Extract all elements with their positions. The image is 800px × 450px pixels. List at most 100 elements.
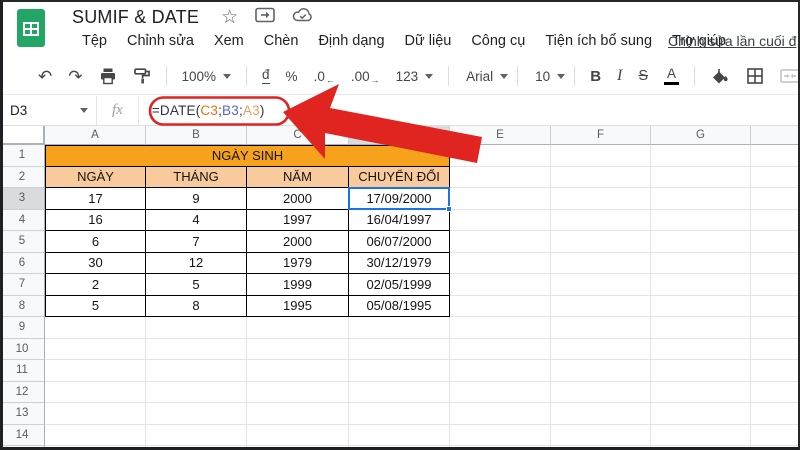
empty-cell[interactable] xyxy=(651,317,751,339)
cell-D4[interactable]: 16/04/1997 xyxy=(349,210,450,232)
cell-A8[interactable]: 5 xyxy=(45,296,146,318)
cell-D6[interactable]: 30/12/1979 xyxy=(349,253,450,275)
empty-cell[interactable] xyxy=(349,446,450,450)
empty-cell[interactable] xyxy=(247,403,349,425)
empty-cell[interactable] xyxy=(45,425,146,447)
empty-cell[interactable] xyxy=(450,296,551,318)
name-box[interactable]: D3 xyxy=(10,103,96,118)
empty-cell[interactable] xyxy=(349,382,450,404)
menu-tools[interactable]: Công cụ xyxy=(461,31,535,51)
empty-cell[interactable] xyxy=(651,145,751,167)
row-header-6[interactable]: 6 xyxy=(0,253,45,275)
column-header-E[interactable]: E xyxy=(450,126,551,145)
empty-cell[interactable] xyxy=(551,382,651,404)
cell-C6[interactable]: 1979 xyxy=(247,253,349,275)
empty-cell[interactable] xyxy=(751,446,800,450)
cell-B3[interactable]: 9 xyxy=(146,188,247,210)
cell-A5[interactable]: 6 xyxy=(45,231,146,253)
empty-cell[interactable] xyxy=(45,360,146,382)
empty-cell[interactable] xyxy=(651,403,751,425)
undo-button[interactable]: ↶ xyxy=(30,68,60,85)
bold-button[interactable]: B xyxy=(582,68,609,85)
empty-cell[interactable] xyxy=(450,317,551,339)
move-folder-icon[interactable] xyxy=(255,7,275,28)
strikethrough-button[interactable]: S xyxy=(630,68,656,84)
currency-format-button[interactable]: đ xyxy=(254,68,278,85)
menu-edit[interactable]: Chỉnh sửa xyxy=(117,31,204,51)
menu-insert[interactable]: Chèn xyxy=(254,31,309,51)
empty-cell[interactable] xyxy=(551,253,651,275)
column-header-F[interactable]: F xyxy=(551,126,651,145)
empty-cell[interactable] xyxy=(450,382,551,404)
empty-cell[interactable] xyxy=(751,339,800,361)
column-header-C[interactable]: C xyxy=(247,126,349,145)
empty-cell[interactable] xyxy=(751,145,800,167)
empty-cell[interactable] xyxy=(45,382,146,404)
font-family-select[interactable]: Arial xyxy=(456,69,510,84)
empty-cell[interactable] xyxy=(551,188,651,210)
menu-format[interactable]: Định dạng xyxy=(308,31,394,51)
empty-cell[interactable] xyxy=(146,360,247,382)
empty-cell[interactable] xyxy=(45,317,146,339)
table-header-C2[interactable]: NĂM xyxy=(247,167,349,189)
column-header-D[interactable]: D xyxy=(349,126,450,145)
empty-cell[interactable] xyxy=(247,446,349,450)
cell-D7[interactable]: 02/05/1999 xyxy=(349,274,450,296)
empty-cell[interactable] xyxy=(551,446,651,450)
sheets-logo-icon[interactable] xyxy=(17,9,45,52)
empty-cell[interactable] xyxy=(450,339,551,361)
empty-cell[interactable] xyxy=(651,210,751,232)
row-header-5[interactable]: 5 xyxy=(0,231,45,253)
empty-cell[interactable] xyxy=(651,446,751,450)
empty-cell[interactable] xyxy=(450,403,551,425)
cell-C7[interactable]: 1999 xyxy=(247,274,349,296)
empty-cell[interactable] xyxy=(247,360,349,382)
merged-title-cell[interactable]: NGÀY SINH xyxy=(45,145,450,167)
empty-cell[interactable] xyxy=(551,339,651,361)
row-header-12[interactable]: 12 xyxy=(0,382,45,404)
empty-cell[interactable] xyxy=(651,188,751,210)
empty-cell[interactable] xyxy=(551,210,651,232)
formula-input[interactable]: =DATE(C3;B3;A3) xyxy=(139,103,265,118)
menu-view[interactable]: Xem xyxy=(204,31,254,51)
empty-cell[interactable] xyxy=(349,425,450,447)
empty-cell[interactable] xyxy=(751,210,800,232)
cell-C3[interactable]: 2000 xyxy=(247,188,349,210)
italic-button[interactable]: I xyxy=(609,67,630,85)
cell-A3[interactable]: 17 xyxy=(45,188,146,210)
empty-cell[interactable] xyxy=(551,167,651,189)
empty-cell[interactable] xyxy=(450,231,551,253)
empty-cell[interactable] xyxy=(751,274,800,296)
percent-format-button[interactable]: % xyxy=(278,69,306,84)
row-header-3[interactable]: 3 xyxy=(0,188,45,210)
empty-cell[interactable] xyxy=(651,425,751,447)
cell-A6[interactable]: 30 xyxy=(45,253,146,275)
column-header-partial[interactable] xyxy=(751,126,800,145)
cell-B6[interactable]: 12 xyxy=(146,253,247,275)
empty-cell[interactable] xyxy=(551,145,651,167)
empty-cell[interactable] xyxy=(450,425,551,447)
increase-decimal-button[interactable]: .00 → xyxy=(343,69,388,84)
empty-cell[interactable] xyxy=(651,167,751,189)
cell-C8[interactable]: 1995 xyxy=(247,296,349,318)
empty-cell[interactable] xyxy=(247,339,349,361)
more-formats-button[interactable]: 123 xyxy=(388,69,442,84)
row-header-10[interactable]: 10 xyxy=(0,339,45,361)
empty-cell[interactable] xyxy=(651,231,751,253)
star-icon[interactable]: ☆ xyxy=(221,8,238,27)
empty-cell[interactable] xyxy=(349,360,450,382)
empty-cell[interactable] xyxy=(651,360,751,382)
empty-cell[interactable] xyxy=(751,317,800,339)
text-color-button[interactable]: A xyxy=(656,67,687,86)
cell-C5[interactable]: 2000 xyxy=(247,231,349,253)
empty-cell[interactable] xyxy=(551,360,651,382)
row-header-9[interactable]: 9 xyxy=(0,317,45,339)
empty-cell[interactable] xyxy=(751,403,800,425)
empty-cell[interactable] xyxy=(651,274,751,296)
cell-B8[interactable]: 8 xyxy=(146,296,247,318)
column-header-B[interactable]: B xyxy=(146,126,247,145)
menu-file[interactable]: Tệp xyxy=(72,31,117,51)
empty-cell[interactable] xyxy=(551,425,651,447)
empty-cell[interactable] xyxy=(551,296,651,318)
row-header-8[interactable]: 8 xyxy=(0,296,45,318)
